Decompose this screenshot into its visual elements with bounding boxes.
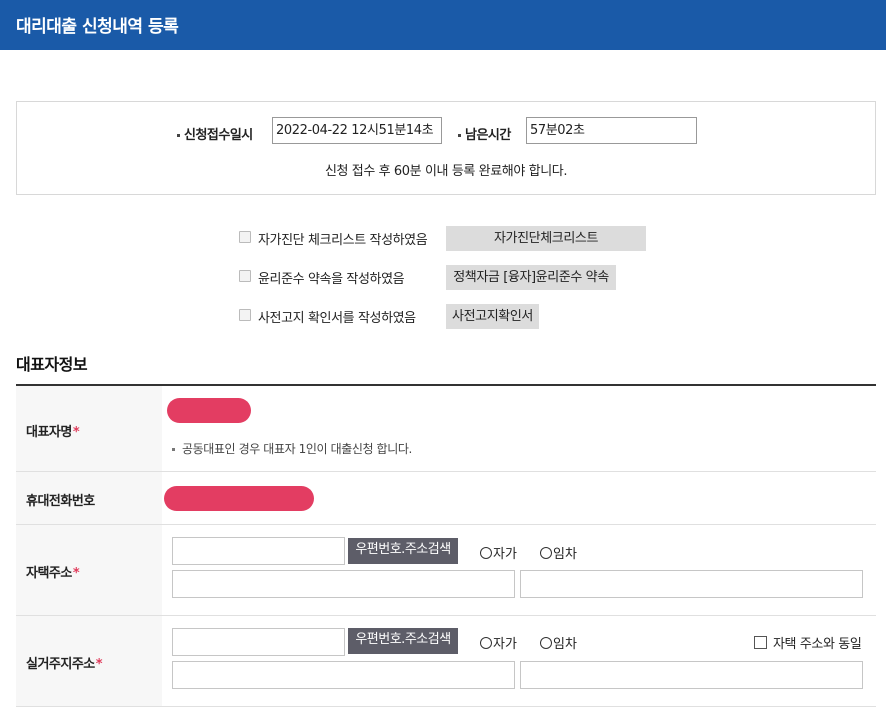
rep-name-label: 대표자명* bbox=[26, 425, 80, 440]
bullet-icon bbox=[458, 134, 461, 137]
same-as-home-label: 자택 주소와 동일 bbox=[773, 637, 862, 652]
rep-phone-label: 휴대전화번호 bbox=[26, 494, 95, 509]
remaining-time-field[interactable]: 57분02초 bbox=[526, 117, 697, 144]
ethics-pledge-button[interactable]: 정책자금 [융자]윤리준수 약속 bbox=[446, 265, 616, 290]
prior-notice-checkbox[interactable] bbox=[239, 309, 251, 321]
rep-name-row: 대표자명* 공동대표인 경우 대표자 1인이 대출신청 합니다. bbox=[16, 386, 876, 472]
home-rent-radio[interactable]: 임차 bbox=[540, 543, 577, 562]
required-mark: * bbox=[72, 566, 80, 581]
residence-zip-search-button[interactable]: 우편번호.주소검색 bbox=[348, 628, 458, 654]
required-mark: * bbox=[72, 425, 80, 440]
self-diagnosis-checklist-button[interactable]: 자가진단체크리스트 bbox=[446, 226, 646, 251]
received-label: 신청접수일시 bbox=[177, 124, 253, 143]
home-address-input[interactable] bbox=[172, 570, 515, 598]
radio-circle-icon bbox=[480, 547, 492, 559]
page-header: 대리대출 신청내역 등록 bbox=[0, 0, 886, 50]
application-info-box: 신청접수일시 2022-04-22 12시51분14초 남은시간 57분02초 … bbox=[16, 101, 876, 195]
home-address-row: 자택주소* 우편번호.주소검색 자가 임차 bbox=[16, 525, 876, 616]
checklist-text: 사전고지 확인서를 작성하였음 bbox=[258, 311, 416, 326]
received-datetime-field[interactable]: 2022-04-22 12시51분14초 bbox=[272, 117, 442, 144]
residence-address-detail-input[interactable] bbox=[520, 661, 863, 689]
rep-name-hint: 공동대표인 경우 대표자 1인이 대출신청 합니다. bbox=[172, 440, 412, 457]
residence-address-label: 실거주지주소* bbox=[26, 657, 103, 672]
residence-own-radio[interactable]: 자가 bbox=[480, 633, 517, 652]
redacted-rep-name bbox=[167, 398, 251, 423]
home-zipcode-input[interactable] bbox=[172, 537, 345, 565]
residence-address-row: 실거주지주소* 우편번호.주소검색 자가 임차 자택 주소와 동일 bbox=[16, 616, 876, 707]
bullet-icon bbox=[172, 448, 175, 451]
bullet-icon bbox=[177, 134, 180, 137]
same-as-home-checkbox[interactable] bbox=[754, 636, 767, 649]
required-mark: * bbox=[95, 657, 103, 672]
residence-zipcode-input[interactable] bbox=[172, 628, 345, 656]
page-title: 대리대출 신청내역 등록 bbox=[16, 17, 179, 37]
residence-address-input[interactable] bbox=[172, 661, 515, 689]
checklist-text: 자가진단 체크리스트 작성하였음 bbox=[258, 233, 428, 248]
radio-circle-icon bbox=[540, 547, 552, 559]
radio-circle-icon bbox=[480, 637, 492, 649]
ethics-pledge-checkbox[interactable] bbox=[239, 270, 251, 282]
time-limit-notice: 신청 접수 후 60분 이내 등록 완료해야 합니다. bbox=[324, 164, 568, 179]
home-address-label: 자택주소* bbox=[26, 566, 80, 581]
home-zip-search-button[interactable]: 우편번호.주소검색 bbox=[348, 538, 458, 564]
remaining-label: 남은시간 bbox=[458, 124, 511, 143]
redacted-phone-number bbox=[164, 486, 314, 511]
radio-circle-icon bbox=[540, 637, 552, 649]
residence-rent-radio[interactable]: 임차 bbox=[540, 633, 577, 652]
checklist-text: 윤리준수 약속을 작성하였음 bbox=[258, 272, 405, 287]
rep-phone-row: 휴대전화번호 bbox=[16, 472, 876, 525]
prior-notice-button[interactable]: 사전고지확인서 bbox=[446, 304, 539, 329]
home-address-detail-input[interactable] bbox=[520, 570, 863, 598]
self-diagnosis-checkbox[interactable] bbox=[239, 231, 251, 243]
section-title: 대표자정보 bbox=[16, 355, 88, 374]
home-own-radio[interactable]: 자가 bbox=[480, 543, 517, 562]
